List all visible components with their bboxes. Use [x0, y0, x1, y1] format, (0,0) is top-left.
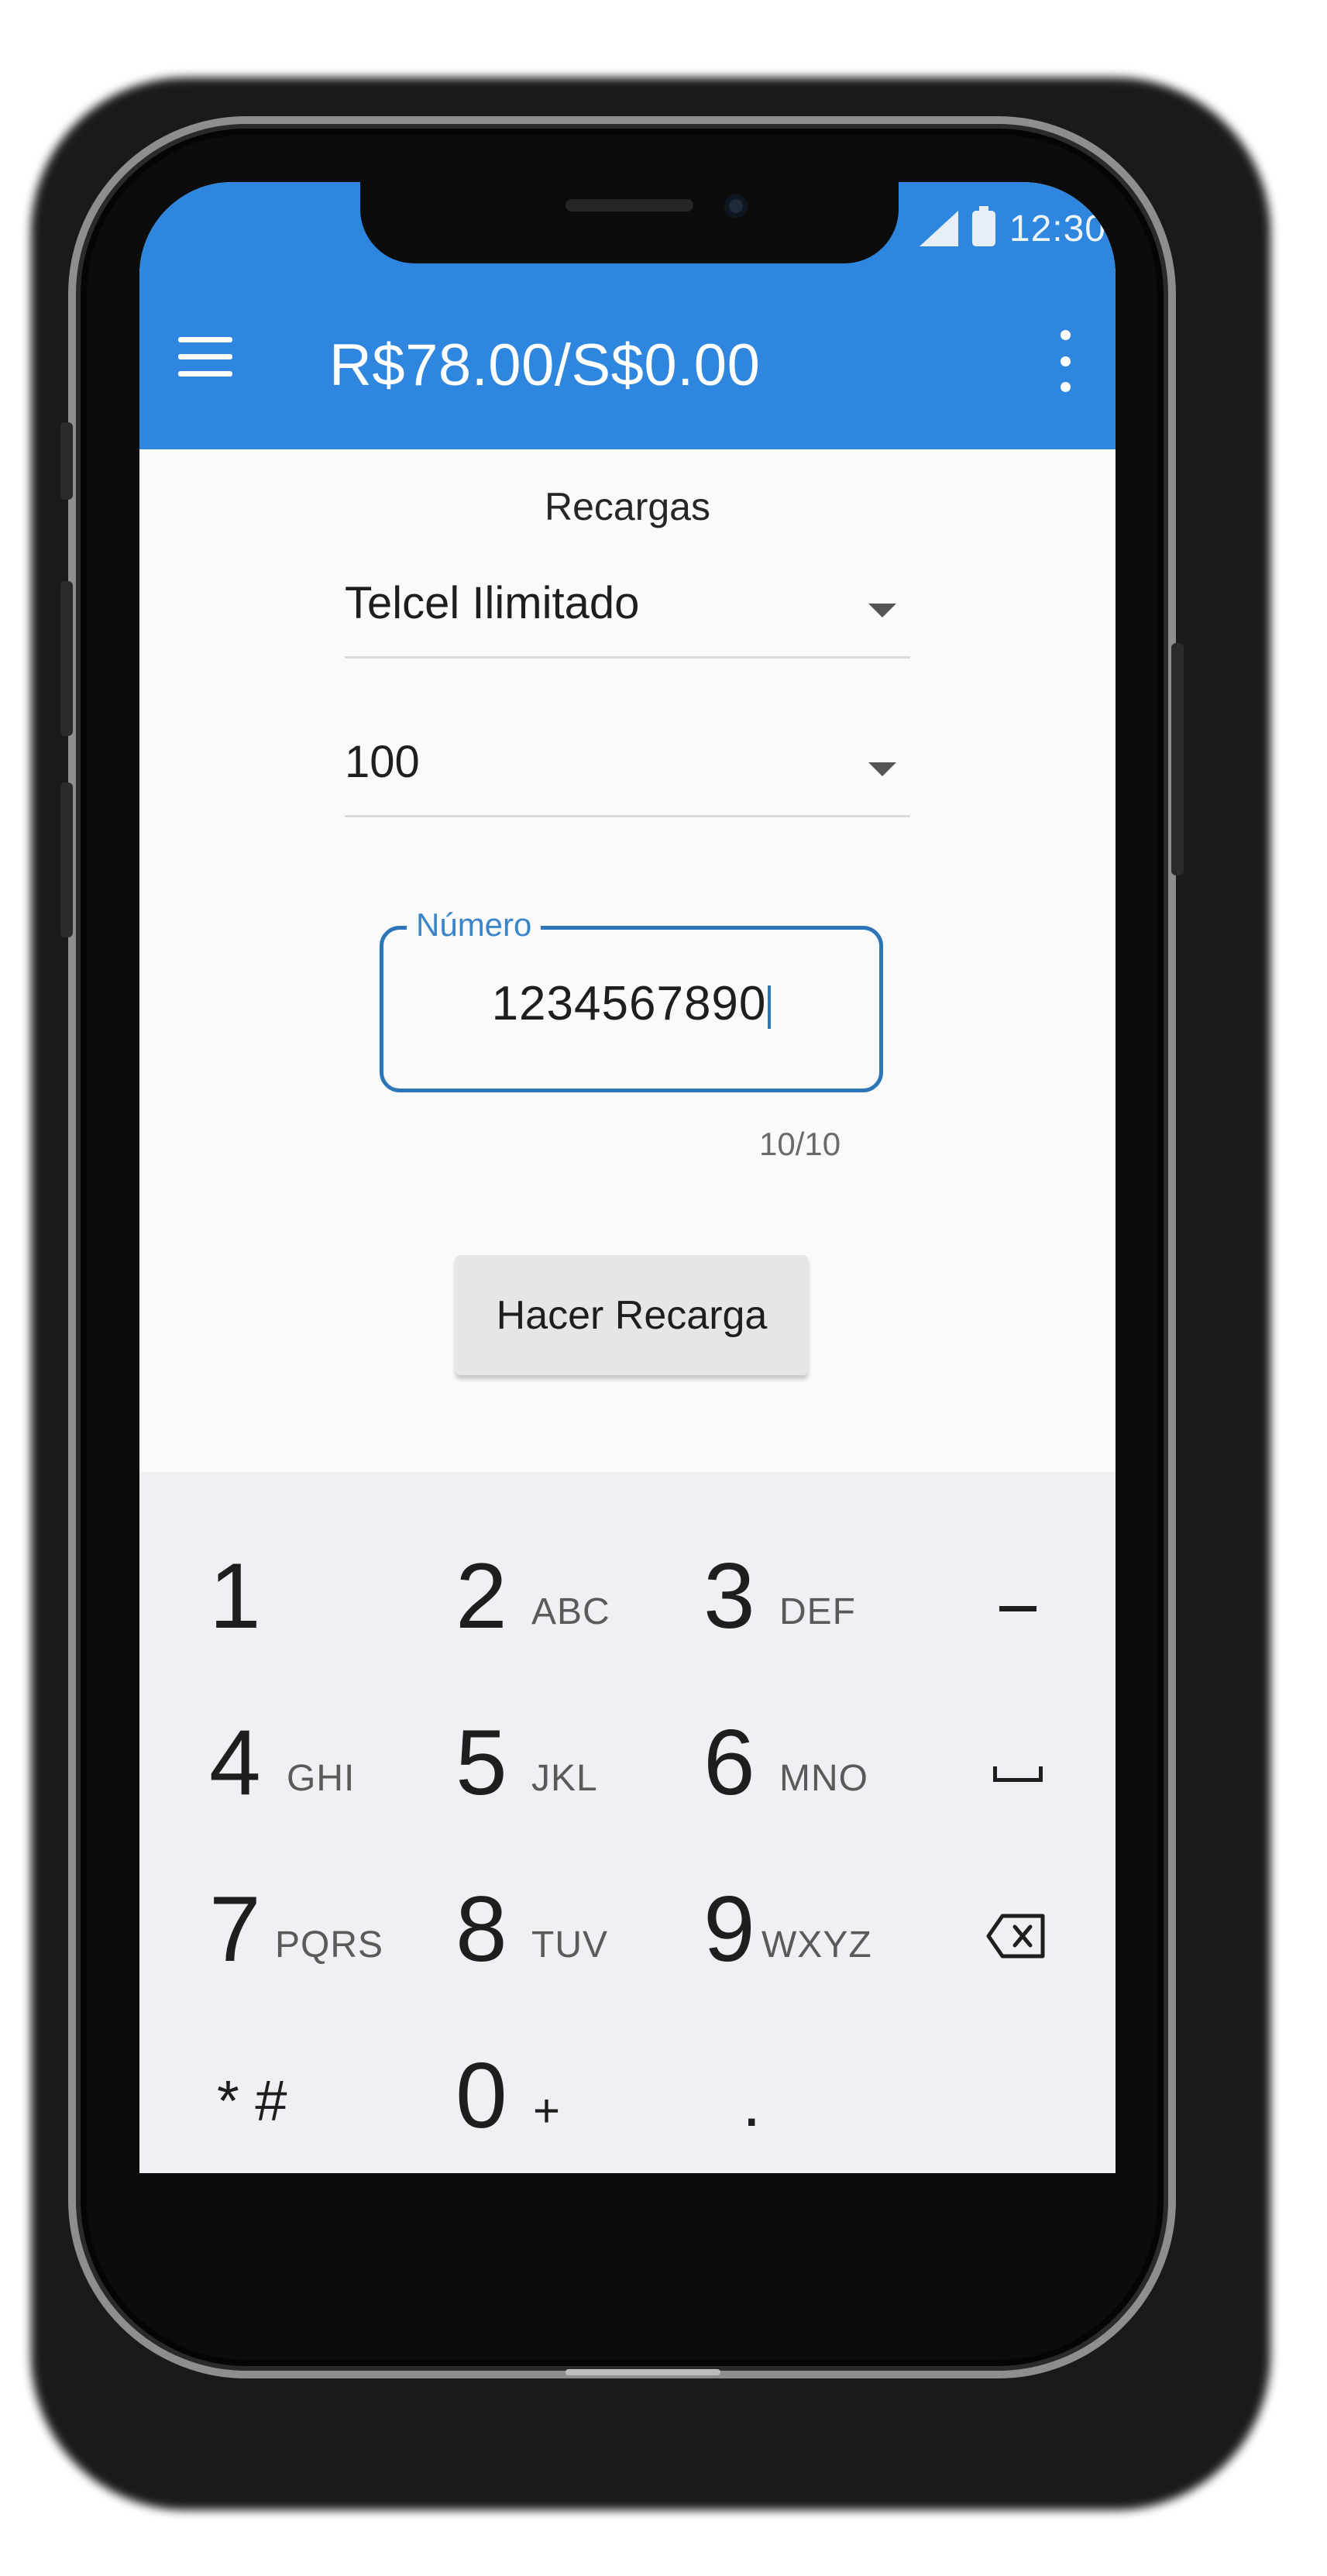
- key-1[interactable]: 1: [209, 1522, 442, 1677]
- phone-power-button: [1171, 643, 1184, 875]
- key-letters: TUV: [531, 1924, 608, 1966]
- key-6[interactable]: 6 MNO: [703, 1689, 936, 1844]
- status-time: 12:30: [1009, 208, 1106, 249]
- amount-value: 100: [345, 737, 420, 787]
- app-bar: R$78.00/S$0.00: [139, 263, 1116, 449]
- key-0[interactable]: 0 +: [456, 2022, 688, 2173]
- key-letters: PQRS: [275, 1924, 384, 1966]
- key-letters: +: [533, 2085, 562, 2137]
- key-9[interactable]: 9 WXYZ: [703, 1855, 936, 2010]
- phone-number-input[interactable]: Número 1234567890: [380, 906, 883, 1092]
- phone-mute-switch: [60, 422, 73, 500]
- dropdown-arrow-icon: [868, 762, 896, 776]
- balance-title: R$78.00/S$0.00: [329, 332, 761, 398]
- operator-dropdown[interactable]: Telcel Ilimitado: [345, 566, 910, 659]
- phone-number-value-row: 1234567890: [383, 976, 879, 1031]
- key-8[interactable]: 8 TUV: [456, 1855, 688, 2010]
- status-icons: 12:30: [919, 205, 1106, 252]
- space-icon: [993, 1766, 1043, 1782]
- key-digit: 3: [703, 1544, 755, 1648]
- key-letters: GHI: [287, 1758, 356, 1799]
- phone-screen: 12:30 R$78.00/S$0.00 Recargas Telcel Ili…: [139, 182, 1116, 2173]
- amount-dropdown[interactable]: 100: [345, 724, 910, 817]
- key-digit: 9: [703, 1877, 755, 1981]
- notch: [360, 182, 899, 263]
- dot-label: .: [742, 2064, 761, 2141]
- more-options-icon[interactable]: [1054, 330, 1077, 392]
- star-hash-label: * #: [217, 2069, 287, 2133]
- phone-number-value: 1234567890: [491, 977, 767, 1030]
- key-5[interactable]: 5 JKL: [456, 1689, 688, 1844]
- key-minus[interactable]: [968, 1522, 1069, 1677]
- character-counter: 10/10: [759, 1126, 841, 1162]
- key-3[interactable]: 3 DEF: [703, 1522, 936, 1677]
- key-digit: 5: [456, 1711, 507, 1814]
- phone-volume-down: [60, 782, 73, 937]
- text-cursor: [768, 985, 772, 1029]
- battery-icon: [971, 206, 995, 246]
- key-2[interactable]: 2 ABC: [456, 1522, 688, 1677]
- key-space[interactable]: [968, 1689, 1069, 1844]
- key-7[interactable]: 7 PQRS: [209, 1855, 442, 2010]
- phone-number-label: Número: [407, 906, 541, 944]
- signal-icon: [919, 211, 958, 246]
- hacer-recarga-button[interactable]: Hacer Recarga: [456, 1255, 808, 1375]
- backspace-icon: [986, 1914, 1045, 1959]
- key-digit: 6: [703, 1711, 755, 1814]
- key-backspace[interactable]: [968, 1855, 1069, 2010]
- key-digit: 1: [209, 1544, 261, 1648]
- key-digit: 4: [209, 1711, 261, 1814]
- key-star-hash[interactable]: * #: [217, 2026, 449, 2173]
- front-camera: [724, 194, 748, 218]
- key-letters: JKL: [531, 1758, 598, 1799]
- numeric-keypad: 1 2 ABC 3 DEF 4 GHI 5 JKL 6 MNO 7 PQRS 8…: [139, 1472, 1116, 2173]
- key-digit: 7: [209, 1877, 261, 1981]
- phone-bottom-bezel-detail: [566, 2369, 720, 2375]
- section-title: Recargas: [545, 485, 710, 528]
- key-dot[interactable]: .: [734, 2022, 812, 2173]
- dropdown-arrow-icon: [868, 604, 896, 617]
- hamburger-menu-icon[interactable]: [178, 337, 232, 380]
- minus-icon: [999, 1606, 1037, 1611]
- key-digit: 8: [456, 1877, 507, 1981]
- key-letters: DEF: [779, 1591, 856, 1632]
- key-letters: MNO: [779, 1758, 868, 1799]
- key-digit: 2: [456, 1544, 507, 1648]
- key-digit: 0: [456, 2044, 507, 2148]
- operator-value: Telcel Ilimitado: [345, 578, 640, 628]
- key-letters: WXYZ: [761, 1924, 872, 1966]
- phone-volume-up: [60, 581, 73, 736]
- key-4[interactable]: 4 GHI: [209, 1689, 442, 1844]
- key-letters: ABC: [531, 1591, 610, 1632]
- speaker-grille: [566, 199, 693, 212]
